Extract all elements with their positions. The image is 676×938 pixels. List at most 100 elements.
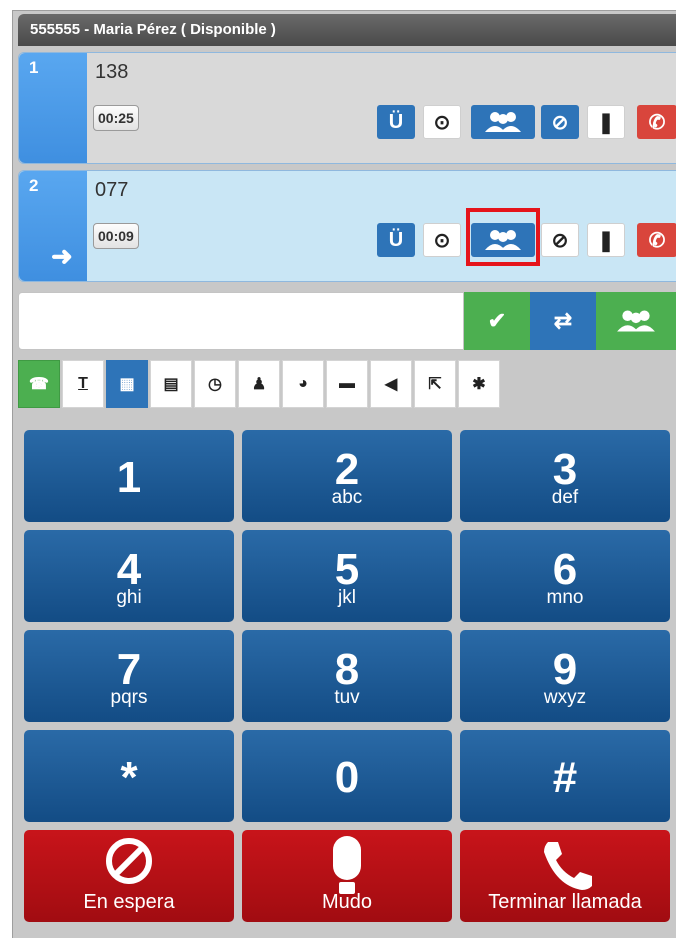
share-icon: ⇱ (428, 376, 442, 393)
key-8[interactable]: 8 tuv (242, 630, 452, 722)
park-button[interactable]: Ü (377, 223, 415, 257)
key-2[interactable]: 2 abc (242, 430, 452, 522)
record-icon: ⊙ (433, 229, 451, 252)
hangup-line-button[interactable]: ✆ (637, 105, 676, 139)
tab-chat[interactable]: ▬ (326, 360, 368, 408)
tab-contacts[interactable]: ♟ (238, 360, 280, 408)
key-1[interactable]: 1 (24, 430, 234, 522)
conference-dial-button[interactable] (596, 292, 676, 350)
record-button[interactable]: ⊙ (423, 105, 461, 139)
key-digit: 1 (116, 453, 142, 502)
key-letters: def (551, 487, 579, 508)
microphone-icon (333, 836, 361, 894)
call-button[interactable]: ✔ (464, 292, 530, 350)
key-0[interactable]: 0 (242, 730, 452, 822)
tab-settings[interactable]: ✱ (458, 360, 500, 408)
tab-history[interactable]: ◷ (194, 360, 236, 408)
text-icon: T (78, 375, 88, 392)
key-digit: * (120, 753, 138, 802)
dial-row: ✔ ⇄ (18, 292, 676, 350)
user-icon: ♟ (251, 376, 267, 393)
mute-label: Mudo (321, 891, 373, 913)
key-hash[interactable]: # (460, 730, 670, 822)
tab-phone[interactable]: ☎ (18, 360, 60, 408)
phone-icon (544, 842, 592, 890)
key-3[interactable]: 3 def (460, 430, 670, 522)
key-digit: 0 (334, 753, 360, 802)
key-4[interactable]: 4 ghi (24, 530, 234, 622)
key-9[interactable]: 9 wxyz (460, 630, 670, 722)
magnet-icon: Ü (388, 228, 404, 251)
key-digit: # (552, 753, 578, 802)
arrow-right-icon: ➜ (51, 241, 73, 271)
mute-line-button[interactable]: ❚ (587, 223, 625, 257)
key-digit: 2 (334, 445, 360, 494)
hangup-line-button[interactable]: ✆ (637, 223, 676, 257)
key-5[interactable]: 5 jkl (242, 530, 452, 622)
list-icon: ▤ (163, 376, 179, 393)
call-timer: 00:25 (93, 105, 139, 131)
key-digit: 4 (116, 545, 142, 594)
call-extension: 138 (95, 61, 129, 83)
dial-input[interactable] (18, 292, 464, 350)
end-call-button[interactable]: Terminar llamada (460, 830, 670, 922)
record-icon: ⊙ (433, 111, 451, 134)
park-button[interactable]: Ü (377, 105, 415, 139)
key-digit: 6 (552, 545, 578, 594)
microphone-icon: ❚ (597, 111, 615, 134)
key-digit: 3 (552, 445, 578, 494)
call-line-number: 1 (19, 53, 87, 163)
key-digit: 8 (334, 645, 360, 694)
globe-icon: ◕ (298, 375, 308, 392)
gear-icon: ✱ (472, 376, 486, 393)
selection-highlight (466, 208, 540, 266)
conference-button[interactable] (471, 105, 535, 139)
tab-broadcast[interactable]: ◀ (370, 360, 412, 408)
end-call-label: Terminar llamada (488, 891, 642, 913)
key-7[interactable]: 7 pqrs (24, 630, 234, 722)
key-digit: 5 (334, 545, 360, 594)
group-icon (485, 112, 521, 132)
key-letters: jkl (338, 587, 356, 608)
tab-list[interactable]: ▤ (150, 360, 192, 408)
tab-export[interactable]: ⇱ (414, 360, 456, 408)
hold-label: En espera (83, 891, 175, 913)
record-button[interactable]: ⊙ (423, 223, 461, 257)
call-extension: 077 (95, 179, 129, 201)
mute-button[interactable]: Mudo (242, 830, 452, 922)
key-6[interactable]: 6 mno (460, 530, 670, 622)
phone-icon: ✆ (648, 111, 666, 134)
tab-bar: ☎ T ▦ ▤ ◷ ♟ ◕ ▬ ◀ ⇱ ✱ (18, 360, 502, 408)
call-line-1[interactable]: 1 138 00:25 Ü ⊙ ⊘ ❚ ✆ (18, 52, 676, 164)
chat-icon: ▬ (339, 375, 355, 392)
agent-status-bar: 555555 - Maria Pérez ( Disponible ) (18, 14, 676, 46)
tab-text[interactable]: T (62, 360, 104, 408)
key-letters: wxyz (543, 687, 587, 708)
ban-icon: ⊘ (551, 111, 569, 134)
check-icon: ✔ (487, 308, 507, 333)
key-letters: abc (331, 487, 363, 508)
tab-web[interactable]: ◕ (282, 360, 324, 408)
magnet-icon: Ü (388, 110, 404, 133)
ban-icon: ⊘ (551, 229, 569, 252)
hold-button[interactable]: En espera (24, 830, 234, 922)
key-letters: tuv (334, 687, 360, 708)
tab-keypad[interactable]: ▦ (106, 360, 148, 408)
ban-icon (106, 838, 152, 884)
mute-line-button[interactable]: ❚ (587, 105, 625, 139)
key-star[interactable]: * (24, 730, 234, 822)
clock-icon: ◷ (208, 376, 222, 393)
group-icon (617, 310, 655, 332)
transfer-button[interactable]: ⇄ (530, 292, 596, 350)
phone-icon: ☎ (29, 376, 49, 393)
hold-line-button[interactable]: ⊘ (541, 223, 579, 257)
transfer-icon: ⇄ (553, 308, 573, 333)
call-line-number: 2 ➜ (19, 171, 87, 281)
key-letters: mno (546, 587, 584, 608)
grid-icon: ▦ (119, 376, 135, 393)
call-line-2[interactable]: 2 ➜ 077 00:09 Ü ⊙ ⊘ ❚ ✆ (18, 170, 676, 282)
microphone-icon: ❚ (597, 229, 615, 252)
call-line-index: 2 (29, 176, 39, 195)
hold-line-button[interactable]: ⊘ (541, 105, 579, 139)
call-timer: 00:09 (93, 223, 139, 249)
